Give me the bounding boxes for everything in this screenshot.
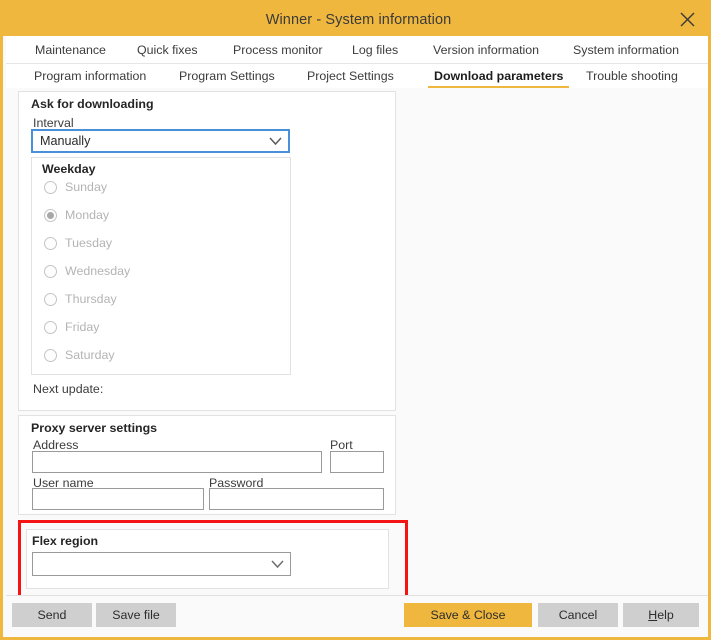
tab-label: Program Settings bbox=[179, 69, 275, 83]
proxy-password-input[interactable] bbox=[209, 488, 384, 510]
proxy-address-input[interactable] bbox=[32, 451, 322, 473]
window-title: Winner - System information bbox=[266, 12, 452, 28]
radio-mark bbox=[44, 293, 57, 306]
interval-combobox[interactable]: Manually bbox=[31, 129, 290, 153]
tab-content-download-parameters: Ask for downloading Interval Manually We… bbox=[6, 88, 711, 595]
radio-label: Thursday bbox=[65, 292, 117, 306]
tab-label: Quick fixes bbox=[137, 43, 198, 57]
tab-row-primary: Maintenance Quick fixes Process monitor Log… bbox=[6, 38, 711, 64]
radio-thursday[interactable]: Thursday bbox=[44, 292, 117, 306]
radio-monday[interactable]: Monday bbox=[44, 208, 109, 222]
tab-quick-fixes[interactable]: Quick fixes bbox=[137, 43, 198, 59]
title-bar: Winner - System information bbox=[3, 3, 711, 36]
close-button[interactable] bbox=[666, 3, 708, 36]
tab-download-parameters[interactable]: Download parameters bbox=[434, 69, 563, 85]
save-and-close-button[interactable]: Save & Close bbox=[404, 603, 532, 627]
tab-process-monitor[interactable]: Process monitor bbox=[233, 43, 323, 59]
proxy-port-label: Port bbox=[330, 438, 353, 452]
radio-mark bbox=[44, 237, 57, 250]
weekday-title: Weekday bbox=[42, 162, 96, 176]
tab-bar: Maintenance Quick fixes Process monitor Log… bbox=[6, 36, 711, 90]
tab-program-settings[interactable]: Program Settings bbox=[179, 69, 275, 85]
radio-mark bbox=[44, 349, 57, 362]
tab-label: Project Settings bbox=[307, 69, 394, 83]
tab-label: Process monitor bbox=[233, 43, 323, 57]
interval-value: Manually bbox=[33, 134, 262, 148]
send-button[interactable]: Send bbox=[12, 603, 92, 627]
radio-label: Friday bbox=[65, 320, 99, 334]
tab-program-information[interactable]: Program information bbox=[34, 69, 146, 85]
proxy-address-label: Address bbox=[33, 438, 78, 452]
close-icon bbox=[680, 12, 695, 27]
tab-label: Download parameters bbox=[434, 69, 563, 83]
tab-label: System information bbox=[573, 43, 679, 57]
tab-label: Trouble shooting bbox=[586, 69, 678, 83]
tab-label: Program information bbox=[34, 69, 146, 83]
radio-friday[interactable]: Friday bbox=[44, 320, 99, 334]
save-file-button[interactable]: Save file bbox=[96, 603, 176, 627]
tab-system-information[interactable]: System information bbox=[573, 43, 679, 59]
radio-label: Tuesday bbox=[65, 236, 112, 250]
tab-trouble-shooting[interactable]: Trouble shooting bbox=[586, 69, 678, 85]
cancel-button[interactable]: Cancel bbox=[538, 603, 618, 627]
tab-row-secondary: Program information Program Settings Proje… bbox=[6, 64, 711, 90]
radio-label: Sunday bbox=[65, 180, 107, 194]
radio-mark bbox=[44, 321, 57, 334]
flex-region-title: Flex region bbox=[32, 534, 98, 548]
tab-label: Version information bbox=[433, 43, 539, 57]
chevron-down-icon bbox=[262, 136, 288, 146]
proxy-username-input[interactable] bbox=[32, 488, 204, 510]
radio-label: Wednesday bbox=[65, 264, 130, 278]
chevron-down-icon bbox=[264, 559, 290, 569]
help-accelerator: H bbox=[648, 608, 657, 622]
radio-saturday[interactable]: Saturday bbox=[44, 348, 115, 362]
radio-mark bbox=[44, 181, 57, 194]
proxy-port-input[interactable] bbox=[330, 451, 384, 473]
help-label-rest: elp bbox=[657, 608, 674, 622]
tab-maintenance[interactable]: Maintenance bbox=[35, 43, 106, 59]
radio-sunday[interactable]: Sunday bbox=[44, 180, 107, 194]
radio-label: Monday bbox=[65, 208, 109, 222]
footer-button-bar: Send Save file Save & Close Cancel Help bbox=[6, 595, 711, 640]
proxy-title: Proxy server settings bbox=[31, 421, 157, 435]
radio-wednesday[interactable]: Wednesday bbox=[44, 264, 130, 278]
tab-project-settings[interactable]: Project Settings bbox=[307, 69, 394, 85]
tab-label: Log files bbox=[352, 43, 398, 57]
flex-region-combobox[interactable] bbox=[32, 552, 291, 576]
radio-label: Saturday bbox=[65, 348, 115, 362]
help-button[interactable]: Help bbox=[623, 603, 699, 627]
radio-mark bbox=[44, 265, 57, 278]
next-update-label: Next update: bbox=[33, 382, 103, 396]
dialog-window: Winner - System information Maintenance Q… bbox=[0, 0, 711, 640]
interval-label: Interval bbox=[33, 116, 74, 130]
radio-tuesday[interactable]: Tuesday bbox=[44, 236, 112, 250]
tab-label: Maintenance bbox=[35, 43, 106, 57]
radio-mark bbox=[44, 209, 57, 222]
ask-for-downloading-title: Ask for downloading bbox=[31, 97, 154, 111]
tab-log-files[interactable]: Log files bbox=[352, 43, 398, 59]
tab-version-information[interactable]: Version information bbox=[433, 43, 539, 59]
